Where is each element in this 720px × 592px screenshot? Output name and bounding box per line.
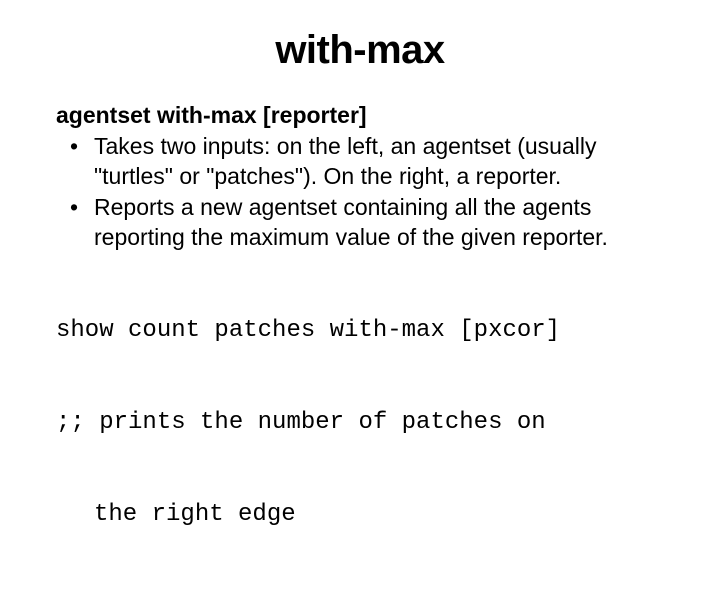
bullet-item: Reports a new agentset containing all th… [56, 193, 664, 252]
slide-title: with-max [56, 28, 664, 73]
code-example: show count patches with-max [pxcor] ;; p… [56, 254, 664, 592]
syntax-line: agentset with-max [reporter] [56, 101, 664, 130]
code-line: ;; prints the number of patches on [56, 408, 664, 439]
slide-content: agentset with-max [reporter] Takes two i… [56, 101, 664, 592]
code-line: the right edge [56, 500, 664, 531]
bullet-list: Takes two inputs: on the left, an agents… [56, 132, 664, 252]
bullet-item: Takes two inputs: on the left, an agents… [56, 132, 664, 191]
code-line: show count patches with-max [pxcor] [56, 316, 664, 347]
